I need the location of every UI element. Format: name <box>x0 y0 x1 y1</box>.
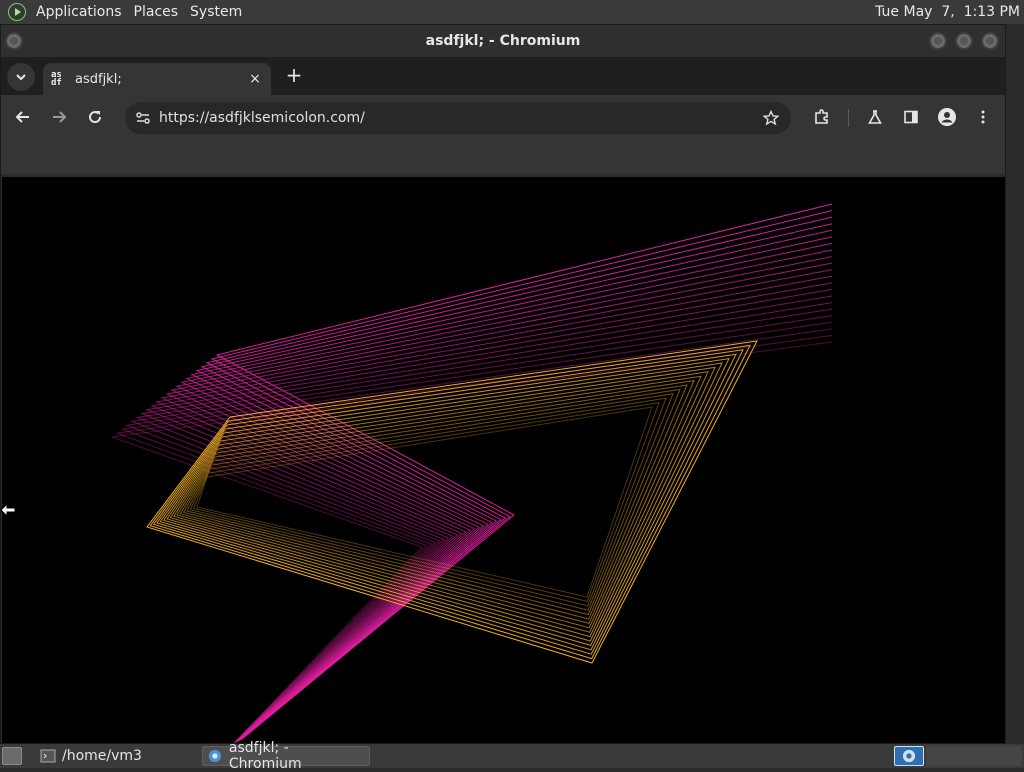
url-text[interactable]: https://asdfjklsemicolon.com/ <box>159 110 759 126</box>
tab-strip: as df asdfjkl; × + <box>1 57 1005 95</box>
bookmark-button[interactable] <box>759 106 783 130</box>
extensions-button[interactable] <box>808 103 836 131</box>
close-window-button[interactable] <box>981 32 999 50</box>
taskbar-item-chromium[interactable]: asdfjkl; - Chromium <box>202 740 370 772</box>
show-desktop-button[interactable] <box>2 747 22 765</box>
string-art-canvas[interactable] <box>2 177 1005 743</box>
profile-icon <box>938 108 956 126</box>
side-panel-button[interactable] <box>897 103 925 131</box>
menu-system-label: System <box>190 4 243 20</box>
menu-places[interactable]: Places <box>128 0 185 24</box>
workspace-switcher-2[interactable] <box>926 746 1022 766</box>
site-info-icon <box>136 112 150 124</box>
tab-title: asdfjkl; <box>75 71 122 87</box>
taskbar-item-chromium-label: asdfjkl; - Chromium <box>228 740 302 772</box>
clock[interactable]: Tue May 7, 1:13 PM <box>875 0 1020 24</box>
window-title: asdfjkl; - Chromium <box>425 33 581 49</box>
back-button[interactable] <box>9 103 37 131</box>
menu-applications-label: Applications <box>36 4 122 20</box>
chromium-window: asdfjkl; - Chromium as df asdfjkl; × + h… <box>0 24 1006 744</box>
top-panel: Applications Places System Tue May 7, 1:… <box>0 0 1024 24</box>
resize-cursor-icon <box>0 503 16 517</box>
toolbar-separator <box>848 109 849 127</box>
terminal-icon <box>40 749 56 763</box>
chromium-icon <box>208 749 222 763</box>
site-info-button[interactable] <box>133 108 153 128</box>
back-icon <box>15 111 29 123</box>
tab-favicon-icon: as df <box>51 71 67 88</box>
panel-menus: Applications Places System <box>0 0 248 24</box>
forward-button[interactable] <box>45 103 73 131</box>
page-content[interactable] <box>2 177 1005 743</box>
taskbar-item-terminal[interactable]: /home/vm3 <box>36 746 196 766</box>
kebab-menu-icon <box>981 110 985 124</box>
new-tab-button[interactable]: + <box>283 65 305 87</box>
reload-icon <box>89 111 102 124</box>
window-menu-button[interactable] <box>5 32 23 50</box>
menu-applications[interactable]: Applications <box>30 0 128 24</box>
magenta-string-art <box>111 203 833 743</box>
applications-logo-icon[interactable] <box>8 3 26 21</box>
extensions-icon <box>815 109 828 124</box>
profile-button[interactable] <box>933 103 961 131</box>
bottom-taskbar: /home/vm3 asdfjkl; - Chromium <box>0 740 1024 772</box>
chrome-menu-button[interactable] <box>969 103 997 131</box>
desktop-edge <box>1006 24 1024 744</box>
bookmark-star-icon <box>763 110 779 126</box>
workspace-switcher-1[interactable] <box>894 746 924 766</box>
taskbar-item-terminal-label: /home/vm3 <box>62 748 142 764</box>
side-panel-icon <box>904 110 918 124</box>
omnibox[interactable]: https://asdfjklsemicolon.com/ <box>125 102 791 134</box>
chevron-down-icon <box>16 74 26 81</box>
gold-string-art <box>146 340 758 664</box>
window-titlebar[interactable]: asdfjkl; - Chromium <box>1 25 1005 57</box>
reload-button[interactable] <box>81 103 109 131</box>
tab-close-icon[interactable]: × <box>247 71 263 87</box>
bookmarks-bar <box>1 139 1005 175</box>
tab-asdfjkl[interactable]: as df asdfjkl; × <box>43 63 271 95</box>
menu-places-label: Places <box>133 4 179 20</box>
browser-toolbar: https://asdfjklsemicolon.com/ <box>1 95 1005 139</box>
labs-flask-icon <box>868 110 882 124</box>
labs-button[interactable] <box>861 103 889 131</box>
tab-search-button[interactable] <box>7 63 35 91</box>
menu-system[interactable]: System <box>184 0 248 24</box>
minimize-button[interactable] <box>929 32 947 50</box>
forward-icon <box>53 111 67 123</box>
chromium-workspace-icon <box>902 749 916 763</box>
favicon-text-bottom: df <box>51 78 62 88</box>
maximize-button[interactable] <box>955 32 973 50</box>
